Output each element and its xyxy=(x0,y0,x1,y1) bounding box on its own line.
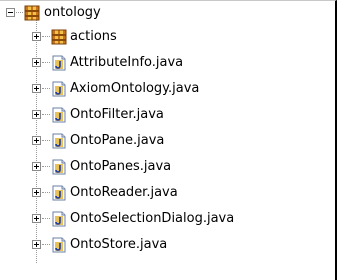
tree-connector xyxy=(42,192,50,194)
tree-node-label: OntoSelectionDialog.java xyxy=(70,211,235,226)
expand-toggle[interactable] xyxy=(32,110,41,119)
tree-node-label: OntoStore.java xyxy=(70,237,168,252)
java-file-icon xyxy=(52,237,66,253)
tree-node[interactable]: AxiomOntology.java xyxy=(0,77,335,101)
java-file-icon xyxy=(52,159,66,175)
tree-connector xyxy=(42,36,50,38)
tree-node-label: actions xyxy=(70,29,117,44)
java-file-icon xyxy=(52,133,66,149)
tree-node-label: OntoPane.java xyxy=(70,133,165,148)
tree-node-label: AttributeInfo.java xyxy=(70,55,184,70)
tree-node[interactable]: OntoStore.java xyxy=(0,233,335,257)
tree-node[interactable]: OntoFilter.java xyxy=(0,103,335,127)
tree-connector xyxy=(42,114,50,116)
expand-toggle[interactable] xyxy=(32,136,41,145)
tree-node-ontology[interactable]: ontology xyxy=(0,1,335,25)
tree-node-label: OntoFilter.java xyxy=(70,107,164,122)
expand-toggle[interactable] xyxy=(32,240,41,249)
package-explorer-tree: ontology actions AttributeInfo.java AxiomO… xyxy=(0,0,337,280)
tree-node-label: AxiomOntology.java xyxy=(70,81,200,96)
expand-toggle[interactable] xyxy=(32,32,41,41)
java-file-icon xyxy=(52,185,66,201)
java-file-icon xyxy=(52,81,66,97)
tree-node[interactable]: OntoSelectionDialog.java xyxy=(0,207,335,231)
package-icon xyxy=(51,29,67,45)
expand-toggle[interactable] xyxy=(32,162,41,171)
tree-connector xyxy=(42,88,50,90)
tree-node[interactable]: actions xyxy=(0,25,335,49)
tree-node-label: OntoPanes.java xyxy=(70,159,172,174)
tree-node-label: OntoReader.java xyxy=(70,185,178,200)
tree-node-label: ontology xyxy=(44,5,101,20)
tree-node[interactable]: OntoReader.java xyxy=(0,181,335,205)
tree-node[interactable]: OntoPane.java xyxy=(0,129,335,153)
package-icon xyxy=(24,5,40,21)
expand-toggle[interactable] xyxy=(32,58,41,67)
tree-connector xyxy=(42,218,50,220)
tree-connector xyxy=(42,166,50,168)
tree-node[interactable]: AttributeInfo.java xyxy=(0,51,335,75)
tree-node[interactable]: OntoPanes.java xyxy=(0,155,335,179)
expand-toggle[interactable] xyxy=(32,84,41,93)
java-file-icon xyxy=(52,211,66,227)
tree-connector xyxy=(42,62,50,64)
tree-connector xyxy=(42,244,50,246)
expand-toggle[interactable] xyxy=(32,188,41,197)
collapse-toggle[interactable] xyxy=(6,8,15,17)
tree-connector xyxy=(42,140,50,142)
expand-toggle[interactable] xyxy=(32,214,41,223)
java-file-icon xyxy=(52,55,66,71)
java-file-icon xyxy=(52,107,66,123)
tree-connector xyxy=(16,12,23,14)
